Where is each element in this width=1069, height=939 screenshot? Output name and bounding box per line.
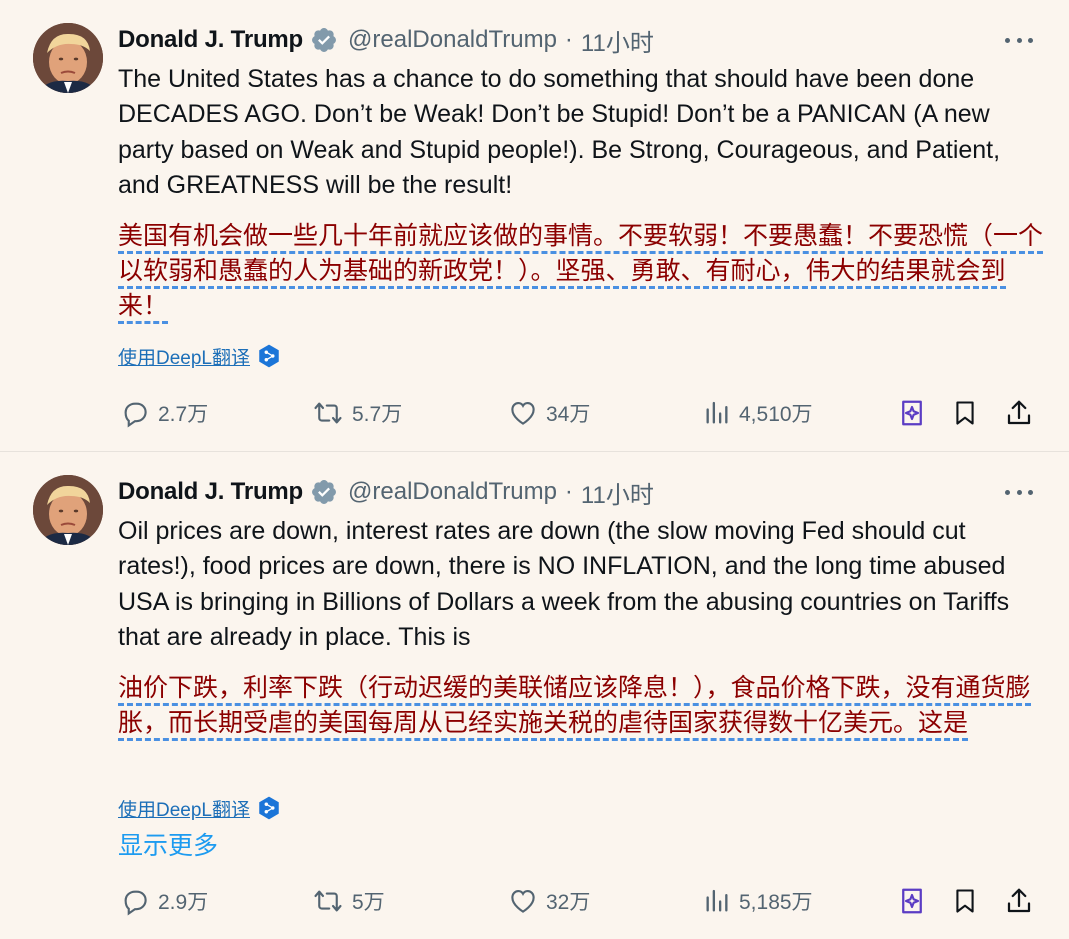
- tweet-actions: 2.9万 5万 32万 5,185万: [0, 881, 1069, 921]
- retweet-count: 5.7万: [352, 403, 403, 426]
- bookmark-icon: [956, 401, 974, 425]
- retweet-button[interactable]: 5万: [312, 881, 385, 921]
- share-icon: [1007, 888, 1031, 913]
- bookmark-icon: [956, 889, 974, 913]
- display-name[interactable]: Donald J. Trump: [118, 26, 303, 54]
- retweet-icon: [314, 402, 342, 424]
- deepl-translate-link[interactable]: 使用DeepL翻译: [118, 795, 282, 821]
- share-button[interactable]: [1004, 881, 1034, 921]
- reply-icon: [124, 402, 147, 428]
- reply-icon: [124, 890, 147, 916]
- retweet-count: 5万: [352, 891, 385, 914]
- handle[interactable]: @realDonaldTrump: [348, 26, 557, 54]
- timestamp[interactable]: 11小时: [581, 23, 654, 58]
- views-count: 4,510万: [739, 403, 813, 426]
- deepl-translate-link[interactable]: 使用DeepL翻译: [118, 343, 282, 369]
- translation-text: 美国有机会做一些几十年前就应该做的事情。不要软弱！不要愚蠢！不要恐慌（一个以软弱…: [118, 219, 1044, 324]
- share-button[interactable]: [1004, 393, 1034, 433]
- tweet-text: Oil prices are down, interest rates are …: [118, 517, 1010, 651]
- more-icon[interactable]: [1005, 482, 1033, 502]
- timestamp[interactable]: 11小时: [581, 475, 654, 510]
- grok-icon: [902, 888, 922, 914]
- grok-button[interactable]: [897, 881, 927, 921]
- translation-span: 油价下跌，利率下跌（行动迟缓的美联储应该降息！），食品价格下跌，没有通货膨胀，而…: [118, 674, 1031, 741]
- tweet-header: Donald J. Trump @realDonaldTrump · 11小时: [118, 474, 654, 510]
- separator-dot: ·: [564, 26, 573, 53]
- deepl-link-label[interactable]: 使用DeepL翻译: [118, 795, 250, 822]
- reply-button[interactable]: 2.7万: [120, 393, 208, 433]
- avatar[interactable]: [33, 23, 103, 93]
- timeline-feed: Donald J. Trump @realDonaldTrump · 11小时 …: [0, 0, 1069, 939]
- bookmark-button[interactable]: [951, 393, 979, 433]
- deepl-logo-icon: [259, 796, 279, 820]
- display-name[interactable]: Donald J. Trump: [118, 478, 303, 506]
- handle[interactable]: @realDonaldTrump: [348, 478, 557, 506]
- tweet-actions: 2.7万 5.7万 34万 4,510万: [0, 393, 1069, 433]
- grok-icon: [902, 400, 922, 426]
- deepl-logo-icon: [259, 344, 279, 368]
- views-button[interactable]: 4,510万: [703, 393, 813, 433]
- translation-text: 油价下跌，利率下跌（行动迟缓的美联储应该降息！），食品价格下跌，没有通货膨胀，而…: [118, 671, 1043, 741]
- heart-icon: [511, 401, 535, 425]
- deepl-link-label[interactable]: 使用DeepL翻译: [118, 343, 250, 370]
- verified-badge-icon: [312, 480, 336, 504]
- like-count: 32万: [546, 891, 591, 914]
- tweet-header: Donald J. Trump @realDonaldTrump · 11小时: [118, 22, 654, 58]
- translation-span: 美国有机会做一些几十年前就应该做的事情。不要软弱！不要愚蠢！不要恐慌（一个以软弱…: [118, 222, 1044, 324]
- share-icon: [1007, 400, 1031, 425]
- views-button[interactable]: 5,185万: [703, 881, 813, 921]
- tweet[interactable]: Donald J. Trump @realDonaldTrump · 11小时 …: [0, 452, 1069, 939]
- views-chart-icon: [706, 401, 728, 424]
- show-more-link[interactable]: 显示更多: [118, 826, 218, 862]
- verified-badge-icon: [312, 28, 336, 52]
- tweet[interactable]: Donald J. Trump @realDonaldTrump · 11小时 …: [0, 0, 1069, 452]
- views-chart-icon: [706, 889, 728, 912]
- like-button[interactable]: 34万: [508, 393, 590, 433]
- like-button[interactable]: 32万: [508, 881, 590, 921]
- views-count: 5,185万: [739, 891, 813, 914]
- more-icon[interactable]: [1005, 30, 1033, 50]
- retweet-button[interactable]: 5.7万: [312, 393, 402, 433]
- tweet-text: The United States has a chance to do som…: [118, 65, 1001, 199]
- retweet-icon: [314, 890, 342, 912]
- like-count: 34万: [546, 403, 591, 426]
- bookmark-button[interactable]: [951, 881, 979, 921]
- reply-button[interactable]: 2.9万: [120, 881, 208, 921]
- heart-icon: [511, 889, 535, 913]
- reply-count: 2.7万: [158, 403, 209, 426]
- avatar[interactable]: [33, 475, 103, 545]
- separator-dot: ·: [564, 478, 573, 505]
- reply-count: 2.9万: [158, 891, 209, 914]
- grok-button[interactable]: [897, 393, 927, 433]
